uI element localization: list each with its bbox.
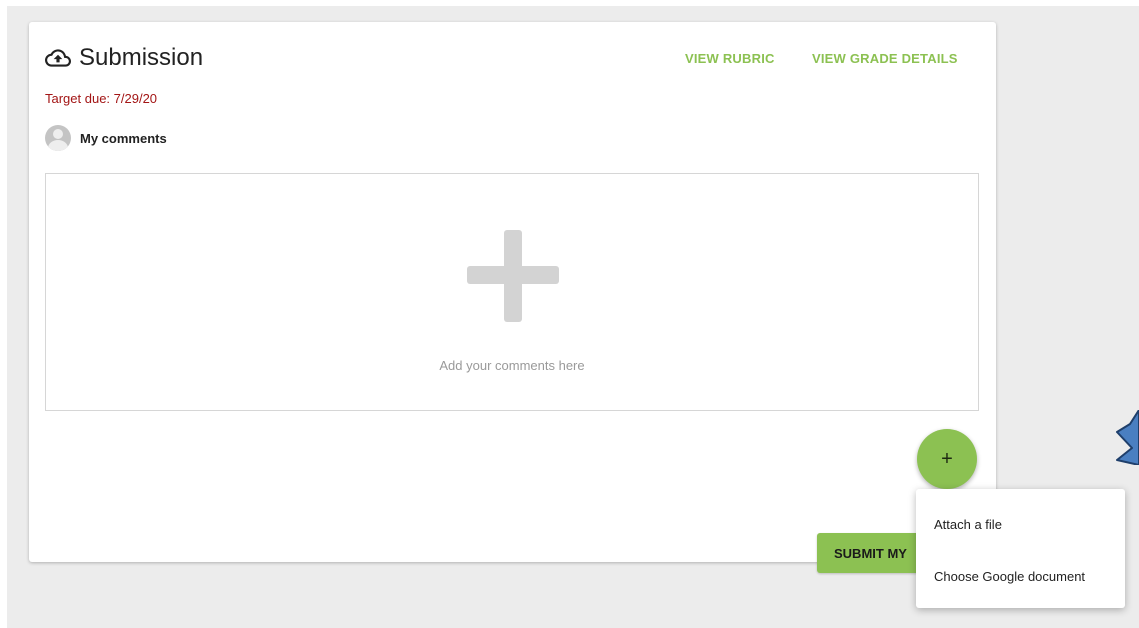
avatar [45, 125, 71, 151]
submit-button[interactable]: SUBMIT MY [817, 533, 927, 573]
my-comments-header: My comments [45, 125, 167, 151]
menu-item-attach-file[interactable]: Attach a file [916, 504, 1125, 544]
plus-icon: + [941, 447, 953, 470]
card-header: Submission [45, 44, 203, 72]
annotation-arrow-icon [1116, 410, 1139, 465]
my-comments-label: My comments [80, 130, 167, 146]
add-attachment-button[interactable]: + [917, 429, 977, 489]
menu-item-choose-google-document[interactable]: Choose Google document [916, 556, 1125, 596]
cloud-upload-icon [45, 49, 71, 67]
view-grade-details-link[interactable]: VIEW GRADE DETAILS [812, 51, 958, 66]
add-attachment-menu: Attach a file Choose Google document [916, 489, 1125, 608]
view-rubric-link[interactable]: VIEW RUBRIC [685, 51, 775, 66]
comment-input-area[interactable]: Add your comments here [45, 173, 979, 411]
page-title: Submission [79, 44, 204, 71]
target-due-date: Target due: 7/29/20 [45, 91, 158, 106]
comment-placeholder: Add your comments here [439, 358, 585, 373]
